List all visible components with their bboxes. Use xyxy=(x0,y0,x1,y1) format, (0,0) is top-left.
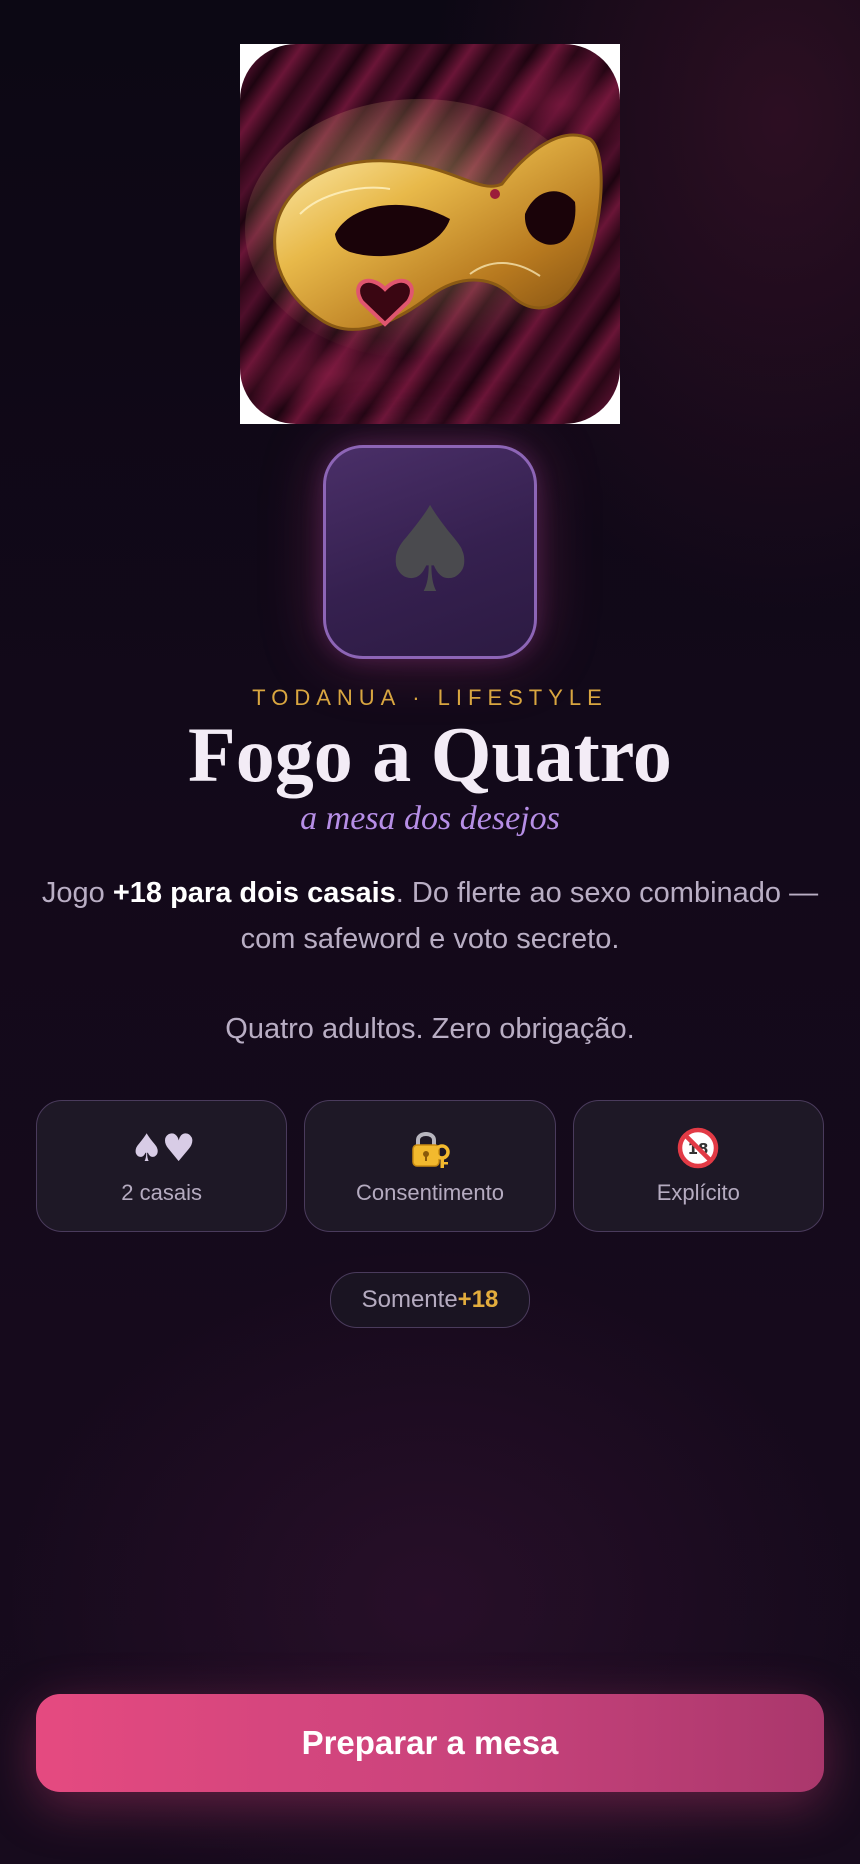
description-prefix: Jogo xyxy=(41,877,113,909)
feature-label: Consentimento xyxy=(356,1180,504,1205)
page-subtitle: a mesa dos desejos xyxy=(300,800,560,837)
spade-icon: ♠ xyxy=(377,481,483,619)
feature-chip-explicit: 18 Explícito xyxy=(572,1100,824,1232)
feature-chips: ♠♥ 2 casais Consentimento 18 Explícito xyxy=(36,1100,824,1232)
app-icon-card: ♠ xyxy=(323,445,537,659)
description-highlight: +18 para dois casais xyxy=(112,877,396,909)
prepare-table-button[interactable]: Preparar a mesa xyxy=(36,1694,824,1792)
tagline: Quatro adultos. Zero obrigação. xyxy=(225,1013,635,1045)
feature-chip-consent: Consentimento xyxy=(304,1100,556,1232)
hero-image-frame xyxy=(240,44,620,424)
feature-label: 2 casais xyxy=(121,1180,203,1205)
feature-label: Explícito xyxy=(656,1180,740,1205)
age-badge-accent: +18 xyxy=(457,1286,499,1313)
no-under-18-icon: 18 xyxy=(676,1126,720,1170)
page-title: Fogo a Quatro xyxy=(188,711,672,798)
masquerade-mask-illustration xyxy=(245,99,603,359)
feature-chip-couples: ♠♥ 2 casais xyxy=(36,1100,288,1232)
age-badge-text: Somente xyxy=(361,1286,458,1313)
spade-heart-icon: ♠♥ xyxy=(129,1126,196,1170)
hero-mask-image xyxy=(240,44,620,424)
lock-key-icon xyxy=(408,1126,452,1170)
game-description: Jogo +18 para dois casais. Do flerte ao … xyxy=(40,870,820,962)
age-badge: Somente +18 xyxy=(330,1272,530,1328)
